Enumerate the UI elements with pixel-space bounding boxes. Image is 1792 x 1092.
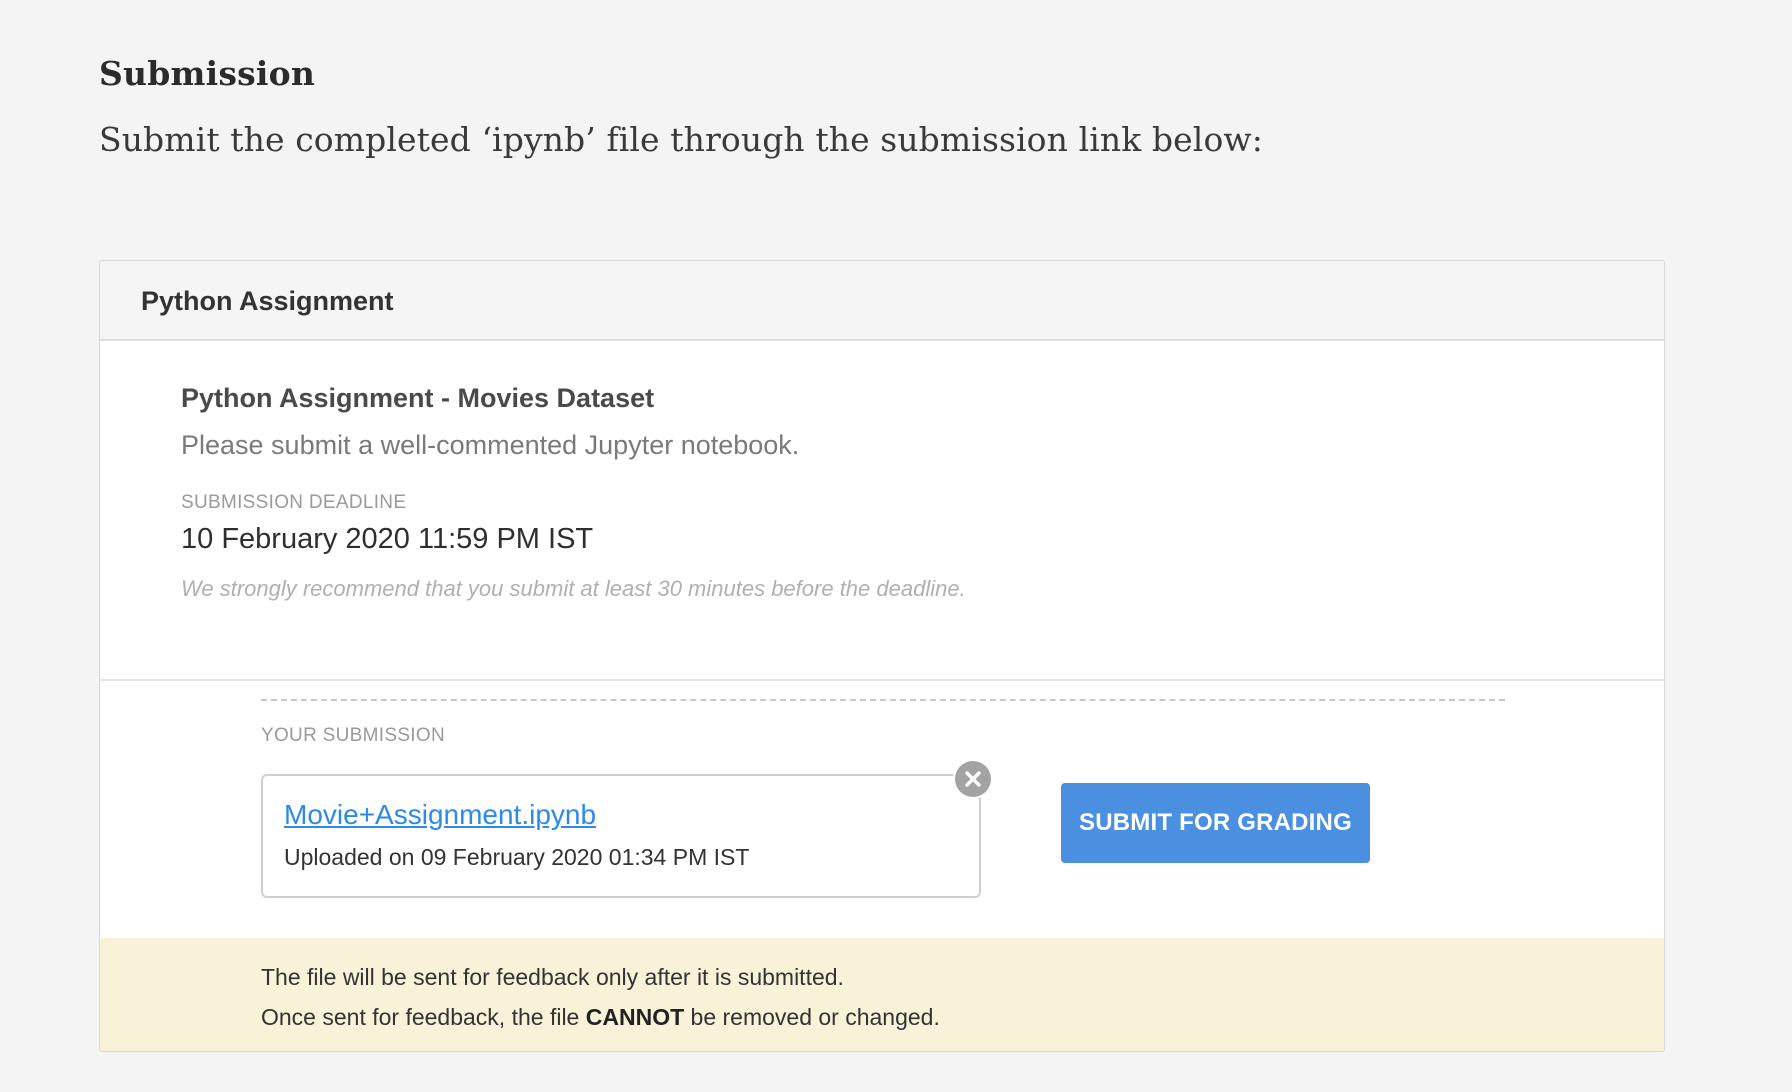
assignment-description: Please submit a well-commented Jupyter n…: [181, 430, 800, 460]
deadline-value: 10 February 2020 11:59 PM IST: [181, 523, 594, 555]
uploaded-file-card: Movie+Assignment.ipynb Uploaded on 09 Fe…: [261, 774, 981, 898]
notice-line-2-suffix: be removed or changed.: [684, 1004, 940, 1030]
deadline-label: SUBMISSION DEADLINE: [181, 492, 407, 513]
notice-line-2: Once sent for feedback, the file CANNOT …: [261, 1004, 940, 1031]
submit-for-grading-button[interactable]: SUBMIT FOR GRADING: [1061, 783, 1370, 863]
notice-emphasis: CANNOT: [585, 1004, 685, 1030]
card-header-title: Python Assignment: [141, 286, 394, 316]
close-icon: [965, 771, 981, 787]
uploaded-timestamp: Uploaded on 09 February 2020 01:34 PM IS…: [284, 844, 750, 870]
section-divider: [100, 679, 1664, 681]
assignment-card: Python Assignment Python Assignment - Mo…: [99, 260, 1665, 1052]
assignment-title: Python Assignment - Movies Dataset: [181, 383, 655, 413]
your-submission-label: YOUR SUBMISSION: [261, 725, 445, 746]
uploaded-file-link[interactable]: Movie+Assignment.ipynb: [284, 799, 596, 831]
page-intro: Submit the completed ‘ipynb’ file throug…: [99, 120, 1263, 159]
feedback-notice: The file will be sent for feedback only …: [100, 938, 1664, 1051]
notice-line-2-prefix: Once sent for feedback, the file: [261, 1004, 586, 1030]
card-header: Python Assignment: [100, 261, 1664, 341]
remove-file-button[interactable]: [955, 761, 991, 797]
notice-line-1: The file will be sent for feedback only …: [261, 964, 844, 990]
deadline-note: We strongly recommend that you submit at…: [181, 576, 966, 601]
dashed-divider: [261, 699, 1505, 701]
page-title: Submission: [99, 54, 316, 93]
